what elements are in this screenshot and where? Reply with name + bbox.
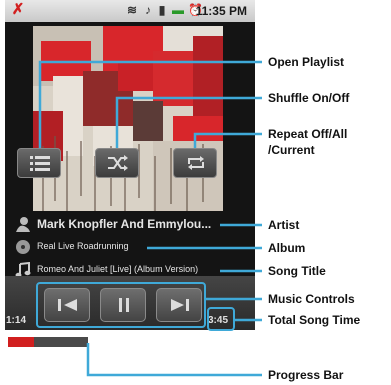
callout-album: Album: [268, 241, 306, 255]
callout-music-controls: Music Controls: [268, 292, 355, 306]
callout-repeat-2: /Current: [268, 143, 315, 157]
callout-artist: Artist: [268, 218, 300, 232]
callout-repeat-1: Repeat Off/All: [268, 127, 348, 141]
callout-open-playlist: Open Playlist: [268, 55, 345, 69]
callout-progress-bar: Progress Bar: [268, 368, 344, 382]
callout-shuffle: Shuffle On/Off: [268, 91, 350, 105]
callout-song-title: Song Title: [268, 264, 326, 278]
callout-total-song-time: Total Song Time: [268, 313, 361, 327]
